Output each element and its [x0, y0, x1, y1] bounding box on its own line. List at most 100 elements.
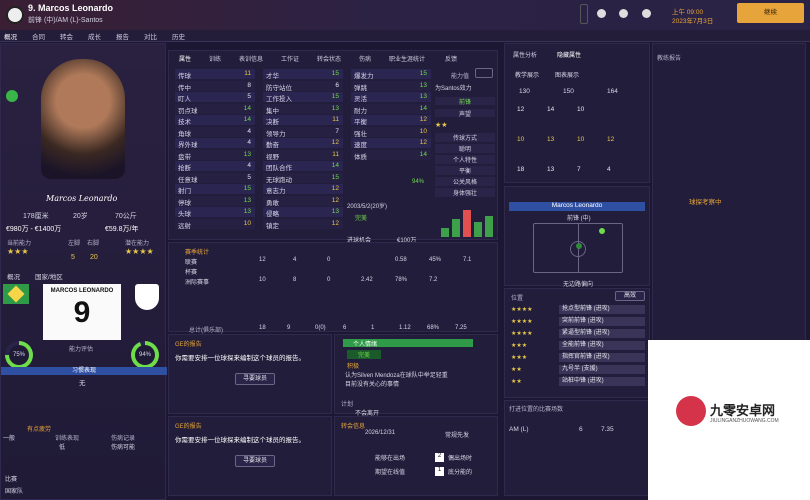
- attribute-row[interactable]: 界外球 4: [175, 138, 255, 149]
- attribute-row[interactable]: 领导力 7: [263, 126, 343, 138]
- attribute-row[interactable]: 任意球 5: [175, 172, 255, 184]
- position-role: 九号半 (支援): [559, 365, 645, 374]
- trait-item[interactable]: 身体强壮: [435, 188, 495, 197]
- attribute-row[interactable]: 勤奋 12: [263, 138, 343, 149]
- attribute-row[interactable]: 集中 13: [263, 103, 343, 115]
- attribute-row[interactable]: 技术 14: [175, 115, 255, 126]
- nav-development[interactable]: 成长: [88, 31, 101, 41]
- help-icon[interactable]: [619, 9, 628, 18]
- attribute-row[interactable]: 盯人 5: [175, 92, 255, 103]
- tab-workpermit[interactable]: 工作证: [281, 54, 299, 63]
- attribute-row[interactable]: 远射 10: [175, 218, 255, 230]
- position-stars: ★★: [511, 367, 522, 373]
- attribute-row[interactable]: 抢断 4: [175, 161, 255, 172]
- tab-transfer-status[interactable]: 转会状态: [317, 54, 341, 63]
- tab-career[interactable]: 职业生涯统计: [389, 54, 425, 63]
- attribute-name: 传球: [178, 73, 191, 80]
- brazil-flag-icon: [3, 284, 29, 304]
- gear-icon[interactable]: [642, 9, 651, 18]
- attribute-row[interactable]: 团队合作 14: [263, 161, 343, 172]
- hidden-stat-value: 4: [607, 166, 611, 173]
- attribute-row[interactable]: 射门 15: [175, 184, 255, 195]
- attribute-name: 视野: [266, 153, 279, 161]
- attribute-row[interactable]: 灵活 13: [351, 92, 431, 103]
- scout-button[interactable]: 寻要球员: [235, 373, 275, 385]
- continue-button[interactable]: 继续: [737, 3, 804, 23]
- attribute-row[interactable]: 体质 14: [351, 149, 431, 161]
- nav-transfer[interactable]: 转会: [60, 31, 73, 41]
- tab-info[interactable]: 表训信息: [239, 54, 263, 63]
- tab-training[interactable]: 训练: [209, 54, 221, 63]
- nav-compare[interactable]: 对比: [144, 31, 157, 41]
- attributes-panel: 属性 训练 表训信息 工作证 转会状态 伤病 职业生涯统计 反馈 能力值 为Sa…: [168, 50, 498, 244]
- nav-contract[interactable]: 合同: [32, 31, 45, 41]
- tab-injury[interactable]: 伤病: [359, 54, 371, 63]
- attribute-row[interactable]: 平衡 12: [351, 115, 431, 126]
- club-crest: [6, 6, 24, 24]
- attribute-row[interactable]: 意志力 12: [263, 184, 343, 195]
- hidden-col-value: 150: [563, 88, 574, 95]
- attribute-name: 领导力: [266, 130, 286, 138]
- attribute-row[interactable]: 无球跑动 15: [263, 172, 343, 184]
- scout-button-2[interactable]: 寻要球员: [235, 455, 275, 467]
- position-role: 站桩中锋 (进攻): [559, 377, 645, 386]
- position-row[interactable]: ★★★★ 突前前锋 (进攻): [511, 317, 645, 327]
- tab-attributes[interactable]: 属性: [179, 54, 191, 63]
- nav-overview[interactable]: 概况: [4, 31, 17, 41]
- attribute-row[interactable]: 爆发力 15: [351, 69, 431, 80]
- position-row[interactable]: ★★ 站桩中锋 (进攻): [511, 377, 645, 387]
- sub-chart[interactable]: 图表展示: [555, 70, 579, 79]
- attribute-row[interactable]: 镇定 12: [263, 218, 343, 230]
- position-row[interactable]: ★★★ 全能前锋 (进攻): [511, 341, 645, 351]
- tab-feedback[interactable]: 反馈: [445, 54, 457, 63]
- sub-teach[interactable]: 教学展示: [515, 70, 539, 79]
- attribute-row[interactable]: 视野 11: [263, 149, 343, 161]
- nav-history[interactable]: 历史: [172, 31, 185, 41]
- attribute-row[interactable]: 弹跳 13: [351, 80, 431, 92]
- attribute-row[interactable]: 罚点球 14: [175, 103, 255, 115]
- tab-attr-analysis[interactable]: 属性分析: [513, 50, 537, 59]
- attribute-row[interactable]: 才华 15: [263, 69, 343, 80]
- ability-dropdown[interactable]: [475, 68, 493, 78]
- last-pos-panel: 打进位置的比赛场数 AM (L) 6 7.35: [504, 400, 650, 496]
- header-arrow-button[interactable]: [580, 4, 588, 24]
- attribute-row[interactable]: 角球 4: [175, 126, 255, 138]
- attribute-row[interactable]: 防守站位 6: [263, 80, 343, 92]
- nav-reports[interactable]: 报告: [116, 31, 129, 41]
- attribute-row[interactable]: 停球 13: [175, 195, 255, 207]
- position-row[interactable]: ★★★ 指挥官前锋 (进攻): [511, 353, 645, 363]
- attribute-name: 意志力: [266, 188, 286, 195]
- attribute-row[interactable]: 决断 11: [263, 115, 343, 126]
- attribute-row[interactable]: 传中 8: [175, 80, 255, 92]
- right-foot-label: 右脚: [87, 241, 100, 247]
- attribute-row[interactable]: 盘带 13: [175, 149, 255, 161]
- tab-hidden-attr[interactable]: 隐藏属性: [557, 50, 581, 59]
- shield-icon[interactable]: [597, 9, 606, 18]
- position-row[interactable]: ★★★★ 抢点型前锋 (进攻): [511, 305, 645, 315]
- last-pos-apps: 6: [579, 426, 583, 433]
- attribute-row[interactable]: 侵略 13: [263, 207, 343, 218]
- trait-item[interactable]: 个人特性: [435, 155, 495, 164]
- stats-tab[interactable]: 赛季统计: [185, 247, 209, 256]
- attribute-row[interactable]: 头球 13: [175, 207, 255, 218]
- hidden-col-value: 130: [519, 88, 530, 95]
- attribute-name: 体质: [354, 153, 367, 161]
- attribute-row[interactable]: 强壮 10: [351, 126, 431, 138]
- attribute-row[interactable]: 速度 12: [351, 138, 431, 149]
- trait-item[interactable]: 聪明: [435, 144, 495, 153]
- attribute-row[interactable]: 工作投入 15: [263, 92, 343, 103]
- transfer-title: 转会信息: [341, 424, 366, 430]
- trait-item[interactable]: 公关风格: [435, 177, 495, 186]
- attribute-row[interactable]: 传球 11: [175, 69, 255, 80]
- potential-label: 潜在能力: [125, 241, 150, 247]
- positions-dropdown[interactable]: 高效: [615, 291, 645, 301]
- scout-donut-right: 94%: [131, 341, 159, 369]
- position-row[interactable]: ★★★★ 紧逼型前锋 (进攻): [511, 329, 645, 339]
- position-row[interactable]: ★★ 九号半 (支援): [511, 365, 645, 375]
- attribute-row[interactable]: 耐力 14: [351, 103, 431, 115]
- trait-item[interactable]: 平衡: [435, 166, 495, 175]
- attribute-row[interactable]: 勇敢 12: [263, 195, 343, 207]
- transfer-row1: 能够在出场: [375, 456, 406, 462]
- report-text: 你需要安排一位球探来编制这个球员的报告。: [175, 355, 305, 362]
- trait-item[interactable]: 传球方式: [435, 133, 495, 142]
